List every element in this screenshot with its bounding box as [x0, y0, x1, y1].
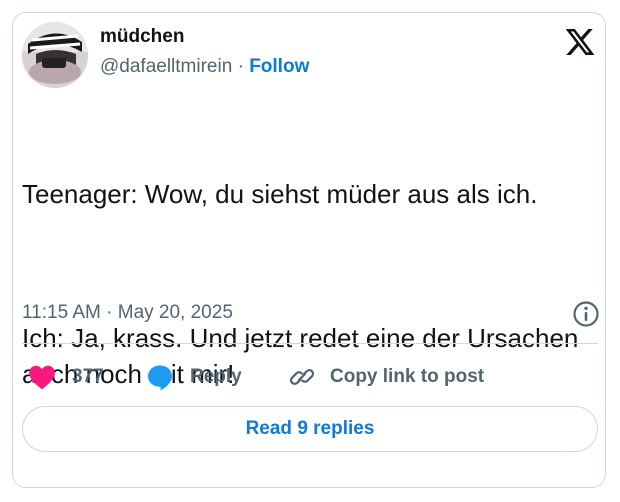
- copy-link-label: Copy link to post: [330, 366, 485, 387]
- link-icon: [288, 363, 316, 391]
- divider: [22, 343, 598, 344]
- copy-link-button[interactable]: Copy link to post: [288, 362, 484, 392]
- follow-button[interactable]: Follow: [249, 56, 309, 77]
- author-handle[interactable]: @dafaelltmirein: [100, 56, 232, 77]
- tweet-paragraph: Teenager: Wow, du siehst müder aus als i…: [22, 179, 538, 209]
- read-replies-label: Read 9 replies: [245, 418, 375, 439]
- tweet-timestamp[interactable]: 11:15 AM · May 20, 2025: [22, 302, 233, 324]
- tweet-actions: 377 Reply Copy link to post: [22, 362, 598, 392]
- info-icon[interactable]: [572, 300, 600, 328]
- read-replies-button[interactable]: Read 9 replies: [22, 406, 598, 452]
- handle-separator: ·: [237, 56, 244, 77]
- heart-icon: [28, 364, 56, 390]
- like-button[interactable]: 377: [28, 362, 104, 392]
- reply-label: Reply: [190, 366, 242, 387]
- tweet-header: müdchen @dafaelltmirein · Follow: [22, 22, 600, 90]
- x-logo-icon[interactable]: [564, 26, 596, 58]
- reply-button[interactable]: Reply: [146, 362, 242, 392]
- speech-bubble-icon: [146, 363, 174, 391]
- author-handle-row: @dafaelltmirein · Follow: [100, 56, 309, 78]
- like-count: 377: [72, 366, 104, 387]
- avatar[interactable]: [22, 22, 88, 88]
- author-display-name[interactable]: müdchen: [100, 26, 184, 48]
